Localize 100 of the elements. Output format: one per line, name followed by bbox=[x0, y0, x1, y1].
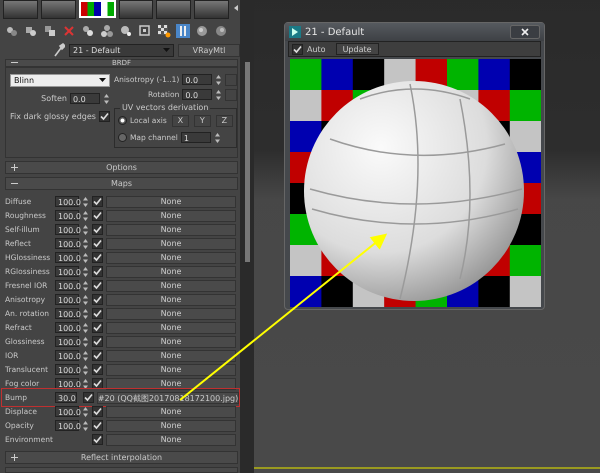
spinner-arrows[interactable] bbox=[82, 210, 89, 222]
spinner-arrows[interactable] bbox=[82, 238, 89, 250]
plus-icon[interactable] bbox=[11, 164, 18, 172]
sphere-icon[interactable] bbox=[214, 24, 228, 38]
spinner-arrows[interactable] bbox=[82, 364, 89, 376]
checkbox[interactable] bbox=[92, 406, 103, 418]
rotation-field[interactable]: 0.0 bbox=[182, 89, 212, 100]
checkbox[interactable] bbox=[82, 392, 94, 404]
map-button[interactable]: None bbox=[106, 434, 236, 446]
spinner-arrows[interactable] bbox=[82, 294, 89, 306]
checkbox[interactable] bbox=[92, 238, 103, 250]
material-slot-checker[interactable] bbox=[78, 0, 116, 18]
amount-field[interactable]: 30.0 bbox=[55, 392, 77, 404]
axis-button[interactable]: X bbox=[172, 114, 189, 127]
radio-button[interactable] bbox=[118, 133, 127, 142]
spinner-arrows[interactable] bbox=[215, 88, 222, 101]
map-button[interactable]: None bbox=[106, 280, 236, 292]
radio-button[interactable] bbox=[118, 116, 127, 126]
map-button[interactable]: None bbox=[106, 224, 236, 236]
checkbox[interactable] bbox=[92, 280, 103, 292]
axis-button[interactable]: Z bbox=[216, 114, 233, 127]
map-button[interactable]: None bbox=[106, 210, 236, 222]
spinner-arrows[interactable] bbox=[82, 406, 89, 418]
spinner-arrows[interactable] bbox=[82, 378, 89, 390]
material-slot[interactable] bbox=[3, 0, 38, 19]
rollout-header[interactable]: Maps bbox=[5, 177, 238, 190]
spinner-arrows[interactable] bbox=[82, 322, 89, 334]
checkbox[interactable] bbox=[92, 210, 103, 222]
map-button[interactable]: None bbox=[106, 336, 236, 348]
sphere-icon[interactable] bbox=[195, 24, 209, 38]
checkbox[interactable] bbox=[92, 322, 103, 334]
app-logo-icon[interactable] bbox=[289, 26, 301, 38]
update-button[interactable]: Update bbox=[336, 43, 379, 55]
spinner-arrows[interactable] bbox=[82, 266, 89, 278]
checkbox[interactable] bbox=[92, 420, 103, 432]
amount-field[interactable]: 100.0 bbox=[55, 252, 79, 264]
eyedropper-icon[interactable] bbox=[53, 43, 65, 58]
amount-field[interactable]: 100.0 bbox=[55, 322, 79, 334]
checkbox[interactable] bbox=[98, 110, 110, 122]
spinner-arrows[interactable] bbox=[102, 92, 110, 105]
spinner-arrows[interactable] bbox=[82, 350, 89, 362]
amount-field[interactable]: 100.0 bbox=[55, 378, 79, 390]
axis-button[interactable]: Y bbox=[194, 114, 211, 127]
frame-icon[interactable] bbox=[138, 24, 152, 38]
soften-field[interactable]: 0.0 bbox=[70, 93, 100, 104]
plus-icon[interactable] bbox=[11, 454, 18, 462]
amount-field[interactable]: 100.0 bbox=[55, 420, 79, 432]
amount-field[interactable]: 100.0 bbox=[55, 266, 79, 278]
checkbox[interactable] bbox=[92, 434, 103, 446]
map-button[interactable]: None bbox=[106, 266, 236, 278]
scroll-left-icon[interactable] bbox=[232, 4, 240, 12]
checkbox[interactable] bbox=[92, 336, 103, 348]
map-button[interactable]: None bbox=[106, 322, 236, 334]
amount-field[interactable]: 100.0 bbox=[55, 224, 79, 236]
spinner-arrows[interactable] bbox=[82, 280, 89, 292]
material-slot[interactable] bbox=[156, 0, 192, 19]
amount-field[interactable]: 100.0 bbox=[55, 294, 79, 306]
spinner-arrows[interactable] bbox=[82, 308, 89, 320]
spinner-arrows[interactable] bbox=[215, 74, 222, 86]
spheres-icon[interactable] bbox=[119, 24, 133, 38]
checker-icon[interactable] bbox=[157, 24, 171, 38]
amount-field[interactable]: 100.0 bbox=[55, 196, 79, 208]
amount-field[interactable]: 100.0 bbox=[55, 210, 79, 222]
cubes-icon[interactable] bbox=[43, 24, 57, 38]
anisotropy-field[interactable]: 0.0 bbox=[182, 74, 212, 86]
spinner-arrows[interactable] bbox=[82, 196, 89, 208]
checkbox[interactable] bbox=[92, 364, 103, 376]
rollout-header[interactable]: Options bbox=[5, 161, 238, 174]
spinner-arrows[interactable] bbox=[214, 132, 221, 144]
spinner-arrows[interactable] bbox=[82, 224, 89, 236]
map-button[interactable]: None bbox=[106, 294, 236, 306]
checkbox[interactable] bbox=[92, 378, 103, 390]
checkbox[interactable] bbox=[92, 294, 103, 306]
material-slot[interactable] bbox=[194, 0, 230, 19]
spinner-arrows[interactable] bbox=[82, 252, 89, 264]
map-button[interactable]: None bbox=[106, 252, 236, 264]
close-icon[interactable] bbox=[510, 25, 540, 39]
map-button[interactable]: None bbox=[106, 420, 236, 432]
checkbox[interactable] bbox=[292, 44, 303, 54]
amount-field[interactable]: 100.0 bbox=[55, 406, 79, 418]
spinner-arrows[interactable] bbox=[82, 420, 89, 432]
material-slot[interactable] bbox=[40, 0, 76, 19]
spheres-icon[interactable] bbox=[100, 24, 114, 38]
material-slot[interactable] bbox=[118, 0, 154, 19]
checkbox[interactable] bbox=[92, 350, 103, 362]
amount-field[interactable]: 100.0 bbox=[55, 238, 79, 250]
map-button[interactable]: None bbox=[106, 196, 236, 208]
spheres-icon[interactable] bbox=[81, 24, 95, 38]
amount-field[interactable]: 100.0 bbox=[55, 336, 79, 348]
spinner-arrows[interactable] bbox=[82, 336, 89, 348]
checkbox[interactable] bbox=[92, 308, 103, 320]
map-button[interactable]: None bbox=[106, 308, 236, 320]
checkbox[interactable] bbox=[92, 252, 103, 264]
map-button[interactable]: None bbox=[106, 406, 236, 418]
material-name-dropdown[interactable]: 21 - Default bbox=[69, 44, 174, 57]
amount-field[interactable]: 100.0 bbox=[55, 280, 79, 292]
checkbox[interactable] bbox=[92, 266, 103, 278]
rollout-header[interactable]: Reflect interpolation bbox=[5, 451, 238, 464]
amount-field[interactable]: 100.0 bbox=[55, 364, 79, 376]
material-type-button[interactable]: VRayMtl bbox=[178, 44, 240, 57]
